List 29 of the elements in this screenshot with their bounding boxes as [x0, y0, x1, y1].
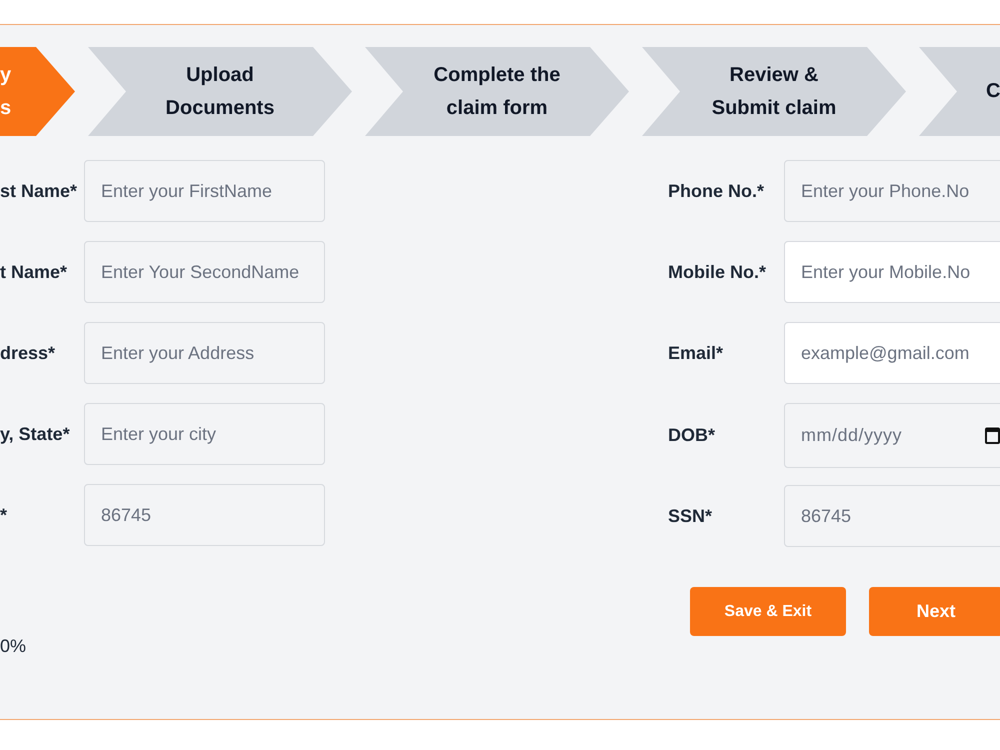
date-field[interactable]: mm/dd/yyyy: [784, 403, 1000, 468]
progress-step: Review & Submit claim: [642, 47, 906, 136]
field-label: Email*: [668, 342, 724, 364]
field-label: y, State*: [0, 422, 71, 446]
input-field[interactable]: Enter your Address: [84, 322, 325, 384]
field-label: Phone No.*: [668, 180, 766, 202]
input-field[interactable]: 86745: [784, 485, 1000, 547]
progress-step: Complete the claim form: [365, 47, 629, 136]
field-label: st Name*: [0, 180, 78, 202]
field-label: dress*: [0, 342, 56, 364]
progress-step: C: [919, 47, 1000, 136]
input-field[interactable]: Enter your FirstName: [84, 160, 325, 222]
progress-step: Upload Documents: [88, 47, 352, 136]
field-label: Mobile No.*: [668, 260, 767, 284]
next-button[interactable]: Next: [869, 587, 1000, 636]
calendar-icon[interactable]: [985, 426, 1000, 444]
field-label: DOB*: [668, 424, 716, 447]
input-field[interactable]: Enter Your SecondName: [84, 241, 325, 303]
progress-step: y s: [0, 47, 75, 136]
input-field[interactable]: example@gmail.com: [784, 322, 1000, 384]
input-field[interactable]: Enter your Phone.No: [784, 160, 1000, 222]
progress-percentage: 0%: [0, 635, 26, 658]
field-label: *: [0, 504, 8, 526]
save-exit-button[interactable]: Save & Exit: [690, 587, 846, 636]
input-field[interactable]: 86745: [84, 484, 325, 546]
input-field[interactable]: Enter your city: [84, 403, 325, 465]
field-label: t Name*: [0, 260, 68, 284]
input-field[interactable]: Enter your Mobile.No: [784, 241, 1000, 303]
field-label: SSN*: [668, 504, 714, 528]
